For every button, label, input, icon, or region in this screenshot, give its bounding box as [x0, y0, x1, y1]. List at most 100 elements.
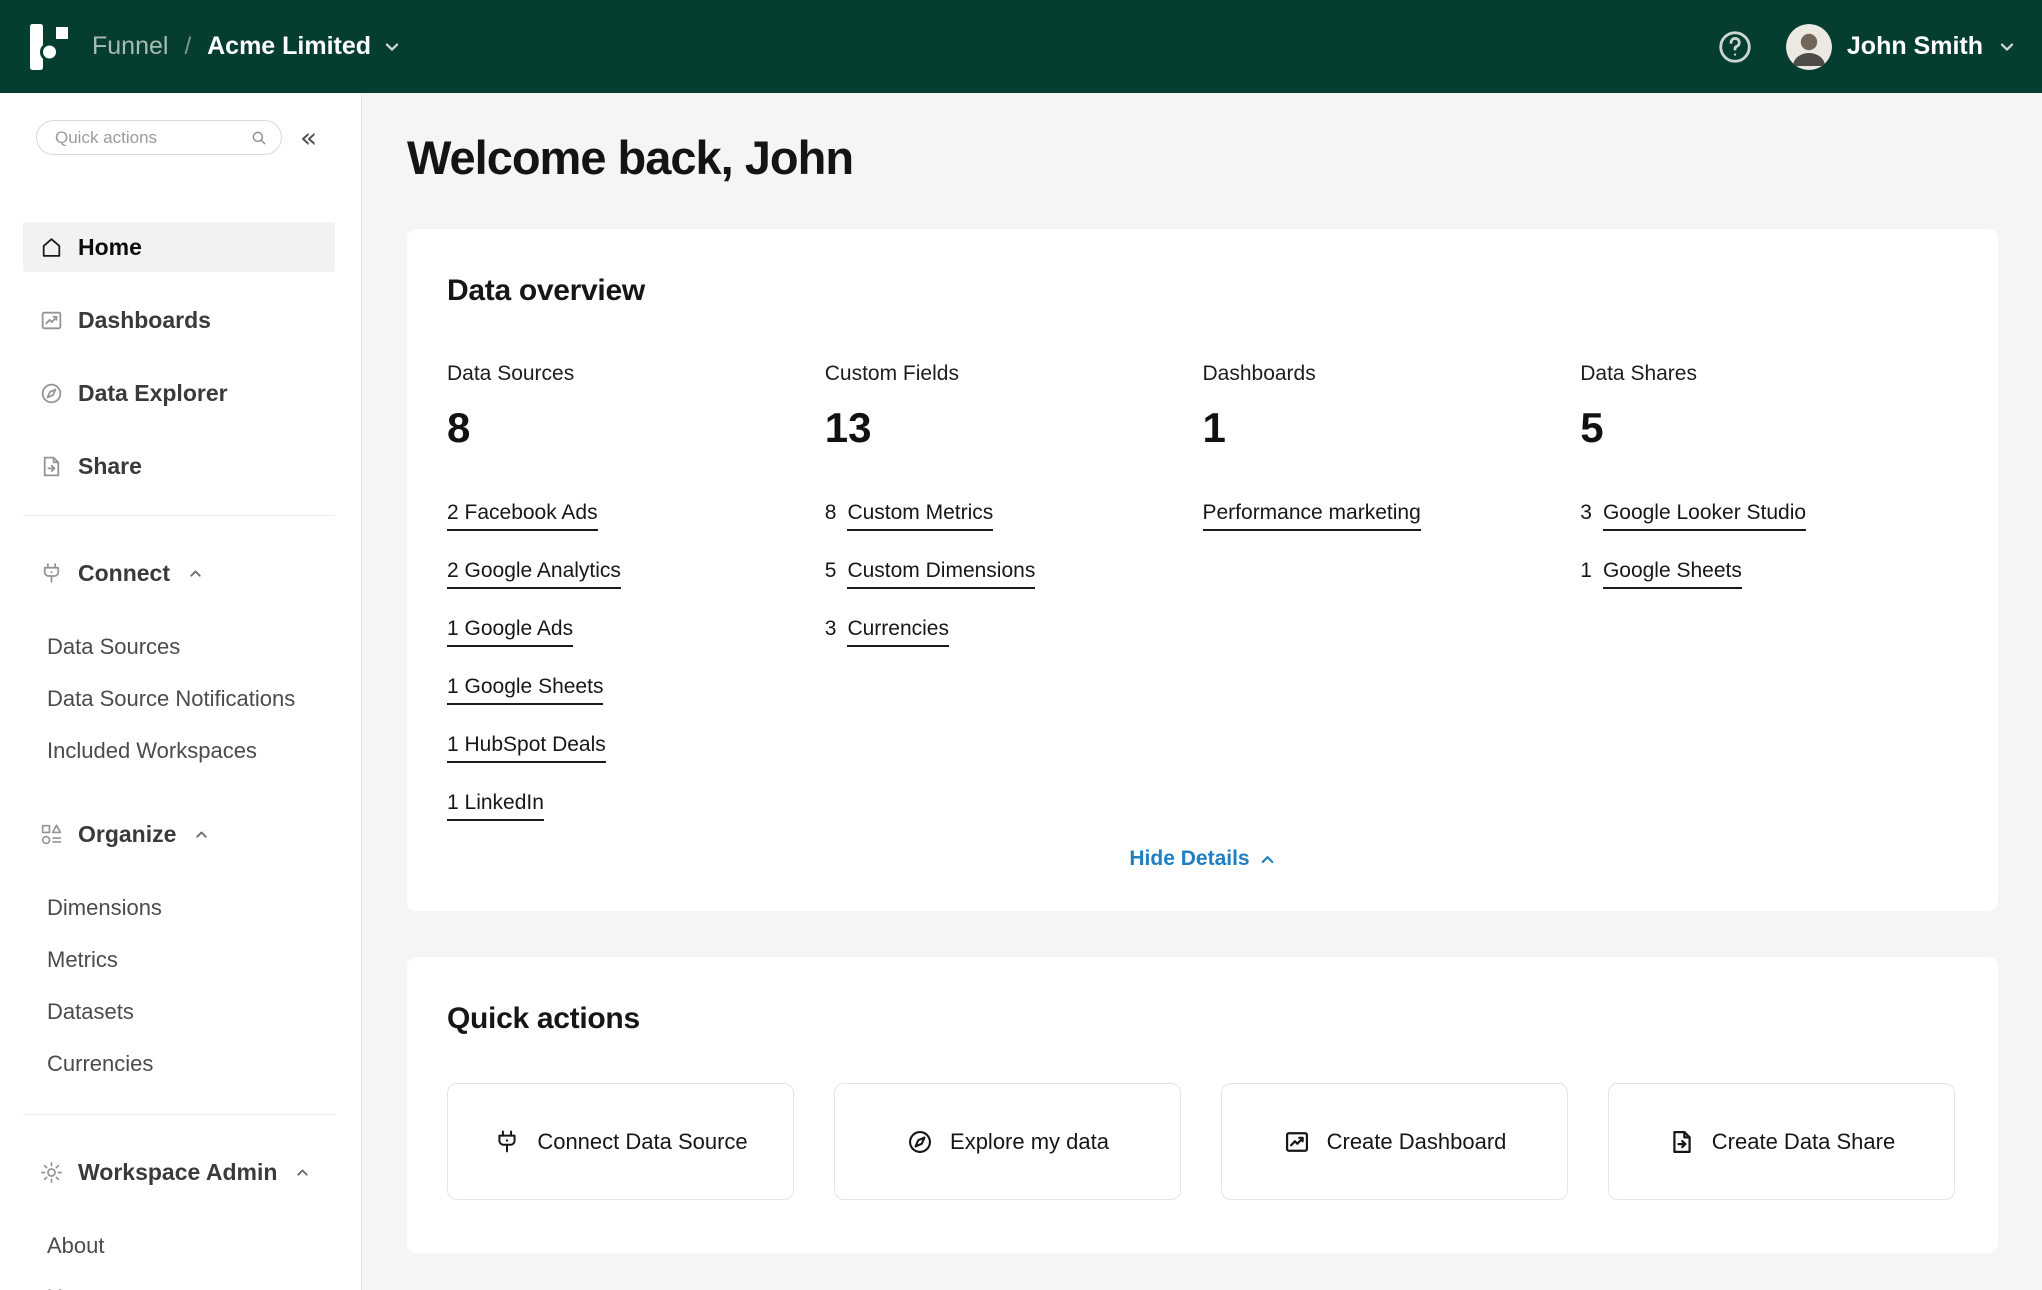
- quick-action-label: Create Data Share: [1712, 1129, 1895, 1155]
- sidebar-item-dashboards[interactable]: Dashboards: [23, 295, 335, 345]
- page-title: Welcome back, John: [407, 130, 1998, 186]
- quick-actions-search: [36, 120, 282, 155]
- sidebar-item-label: Data Explorer: [78, 380, 228, 407]
- overview-link-custom-dimensions[interactable]: 5 Custom Dimensions: [825, 557, 1036, 589]
- sidebar-item-data-sources[interactable]: Data Sources: [0, 621, 361, 673]
- overview-column-dashboards: Dashboards 1 Performance marketing: [1203, 361, 1581, 847]
- overview-link-text: 1 HubSpot Deals: [447, 731, 606, 763]
- sidebar-item-home[interactable]: Home: [23, 222, 335, 272]
- overview-link-1-google-ads[interactable]: 1 Google Ads: [447, 615, 573, 647]
- hide-details-button[interactable]: Hide Details: [1129, 847, 1275, 871]
- sidebar-item-data-source-notifications[interactable]: Data Source Notifications: [0, 673, 361, 725]
- overview-link-row: 1 LinkedIn: [447, 789, 825, 821]
- sidebar-item-share[interactable]: Share: [23, 441, 335, 491]
- overview-link-currencies[interactable]: 3Currencies: [825, 615, 949, 647]
- sidebar-divider: [23, 515, 335, 516]
- sidebar-section-connect[interactable]: Connect: [23, 548, 335, 598]
- search-input[interactable]: [53, 127, 250, 149]
- user-name: John Smith: [1847, 32, 1983, 61]
- user-menu[interactable]: John Smith: [1786, 24, 2016, 70]
- overview-link-2-google-analytics[interactable]: 2 Google Analytics: [447, 557, 621, 589]
- sidebar-item-label: Organize: [78, 821, 176, 848]
- overview-link-2-facebook-ads[interactable]: 2 Facebook Ads: [447, 499, 598, 531]
- overview-column-value: 13: [825, 403, 1203, 453]
- overview-link-row: 5 Custom Dimensions: [825, 557, 1203, 589]
- overview-link-custom-metrics[interactable]: 8 Custom Metrics: [825, 499, 994, 531]
- overview-link-count: 3: [1580, 499, 1592, 526]
- overview-link-list: 2 Facebook Ads 2 Google Analytics 1 Goog…: [447, 499, 825, 821]
- overview-link-row: 8 Custom Metrics: [825, 499, 1203, 531]
- sidebar-search-row: «: [0, 120, 361, 155]
- sidebar-nav: Home Dashboards Data Explorer Share Conn…: [0, 222, 361, 1290]
- dashboards-icon: [39, 308, 64, 333]
- explore-my-data-button[interactable]: Explore my data: [834, 1083, 1181, 1200]
- overview-link-row: Performance marketing: [1203, 499, 1581, 531]
- chevron-down-icon: [1998, 38, 2016, 56]
- sidebar-item-currencies[interactable]: Currencies: [0, 1038, 361, 1090]
- chart-icon: [1283, 1128, 1311, 1156]
- sidebar-item-included-workspaces[interactable]: Included Workspaces: [0, 725, 361, 777]
- overview-link-1-hubspot-deals[interactable]: 1 HubSpot Deals: [447, 731, 606, 763]
- overview-link-count: 8: [825, 499, 837, 526]
- sidebar-section-workspace-admin[interactable]: Workspace Admin: [23, 1147, 335, 1197]
- share-icon: [39, 454, 64, 479]
- overview-link-row: 1Google Sheets: [1580, 557, 1958, 589]
- gear-icon: [39, 1160, 64, 1185]
- quick-actions-row: Connect Data Source Explore my data Crea…: [447, 1083, 1958, 1200]
- overview-link-text: Custom Metrics: [847, 499, 993, 531]
- sidebar-item-metrics[interactable]: Metrics: [0, 934, 361, 986]
- overview-link-row: 2 Facebook Ads: [447, 499, 825, 531]
- overview-column-custom-fields: Custom Fields 13 8 Custom Metrics 5 Custom…: [825, 361, 1203, 847]
- overview-link-count: 1: [1580, 557, 1592, 584]
- hide-details-label: Hide Details: [1129, 847, 1249, 871]
- main-content: Welcome back, John Data overview Data So…: [362, 93, 2042, 1290]
- sidebar-item-label: Home: [78, 234, 142, 261]
- connect-data-source-button[interactable]: Connect Data Source: [447, 1083, 794, 1200]
- overview-link-text: 2 Facebook Ads: [447, 499, 598, 531]
- overview-link-1-linkedin[interactable]: 1 LinkedIn: [447, 789, 544, 821]
- overview-link-performance-marketing[interactable]: Performance marketing: [1203, 499, 1421, 531]
- sidebar-item-users[interactable]: Users: [0, 1272, 361, 1290]
- quick-action-label: Explore my data: [950, 1129, 1109, 1155]
- overview-link-text: Custom Dimensions: [847, 557, 1035, 589]
- sidebar-item-data-explorer[interactable]: Data Explorer: [23, 368, 335, 418]
- chevron-up-icon: [295, 1165, 310, 1180]
- create-data-share-button[interactable]: Create Data Share: [1608, 1083, 1955, 1200]
- overview-column-label: Custom Fields: [825, 361, 1203, 387]
- sidebar-item-dimensions[interactable]: Dimensions: [0, 882, 361, 934]
- breadcrumb-separator: /: [184, 33, 191, 61]
- overview-link-row: 1 Google Sheets: [447, 673, 825, 705]
- overview-column-label: Data Sources: [447, 361, 825, 387]
- overview-column-value: 1: [1203, 403, 1581, 453]
- sidebar-collapse-button[interactable]: «: [300, 124, 317, 152]
- overview-column-data-shares: Data Shares 5 3Google Looker Studio 1Goo…: [1580, 361, 1958, 847]
- overview-link-text: 2 Google Analytics: [447, 557, 621, 589]
- overview-link-list: 3Google Looker Studio 1Google Sheets: [1580, 499, 1958, 589]
- overview-link-1-google-sheets[interactable]: 1 Google Sheets: [447, 673, 603, 705]
- sidebar-item-about[interactable]: About: [0, 1220, 361, 1272]
- quick-action-label: Create Dashboard: [1327, 1129, 1507, 1155]
- sidebar-item-datasets[interactable]: Datasets: [0, 986, 361, 1038]
- sidebar-divider: [23, 1114, 335, 1115]
- home-icon: [39, 235, 64, 260]
- sidebar-section-organize[interactable]: Organize: [23, 809, 335, 859]
- overview-link-count: 5: [825, 557, 837, 584]
- breadcrumb-product: Funnel: [92, 32, 168, 61]
- help-button[interactable]: [1716, 28, 1754, 66]
- doc-arrow-icon: [1668, 1128, 1696, 1156]
- overview-link-row: 2 Google Analytics: [447, 557, 825, 589]
- funnel-logo[interactable]: [30, 24, 70, 70]
- create-dashboard-button[interactable]: Create Dashboard: [1221, 1083, 1568, 1200]
- sidebar: « Home Dashboards Data Explorer Share Co…: [0, 93, 362, 1290]
- quick-actions-card: Quick actions Connect Data Source Explor…: [407, 957, 1998, 1253]
- sidebar-item-label: Connect: [78, 560, 170, 587]
- breadcrumb-workspace: Acme Limited: [207, 32, 371, 61]
- sidebar-item-label: Workspace Admin: [78, 1159, 277, 1186]
- sidebar-sublist: DimensionsMetricsDatasetsCurrencies: [0, 882, 361, 1090]
- overview-link-google-sheets[interactable]: 1Google Sheets: [1580, 557, 1742, 589]
- overview-link-google-looker-studio[interactable]: 3Google Looker Studio: [1580, 499, 1806, 531]
- overview-columns: Data Sources 8 2 Facebook Ads 2 Google A…: [447, 361, 1958, 847]
- quick-actions-title: Quick actions: [447, 1001, 1958, 1037]
- workspace-switcher[interactable]: Acme Limited: [207, 32, 401, 61]
- sidebar-item-label: Dashboards: [78, 307, 211, 334]
